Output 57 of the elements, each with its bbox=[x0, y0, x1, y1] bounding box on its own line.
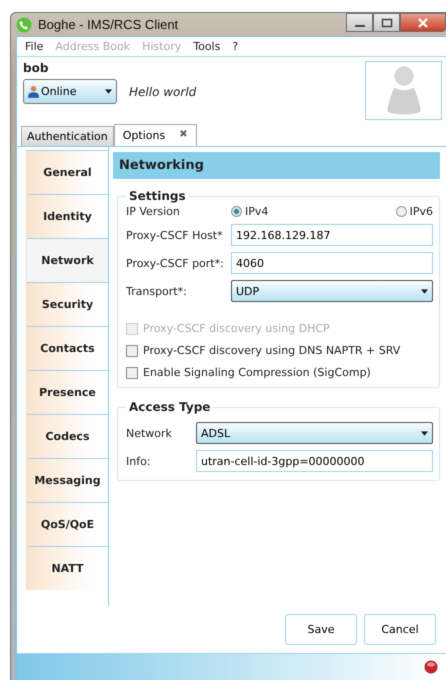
sidebar-item[interactable]: Contacts bbox=[26, 326, 108, 370]
checkbox-label: Proxy-CSCF discovery using DNS NAPTR + SRV bbox=[143, 344, 400, 357]
caret-icon bbox=[105, 89, 112, 94]
sidebar-item[interactable]: Network bbox=[26, 238, 108, 282]
menu-item[interactable]: ? bbox=[232, 40, 238, 53]
dialog-button[interactable]: Save bbox=[285, 614, 357, 645]
sidebar-item[interactable]: NATT bbox=[26, 546, 108, 590]
group-title: Access Type bbox=[128, 400, 212, 414]
dialog-button[interactable]: Cancel bbox=[364, 614, 436, 645]
menu-item[interactable]: File bbox=[25, 40, 44, 53]
menu-item[interactable]: Tools bbox=[193, 40, 220, 53]
sidebar-item[interactable]: General bbox=[26, 150, 108, 194]
section-header: Networking bbox=[113, 152, 440, 179]
checkbox-label: Proxy-CSCF discovery using DHCP bbox=[143, 322, 330, 335]
tab[interactable]: Options ✖ bbox=[114, 124, 197, 146]
user-name: bob bbox=[23, 61, 50, 75]
field-label: Proxy-CSCF port*: bbox=[126, 256, 225, 270]
checkbox[interactable] bbox=[126, 344, 138, 356]
phone-icon bbox=[16, 16, 32, 32]
radio-button[interactable] bbox=[396, 206, 407, 217]
caret-icon bbox=[421, 288, 428, 294]
close-icon bbox=[417, 18, 429, 28]
radio-label: IPv6 bbox=[410, 205, 433, 218]
status-light-icon bbox=[424, 660, 438, 674]
dropdown[interactable]: UDP bbox=[231, 280, 433, 302]
caret-icon bbox=[421, 430, 428, 436]
close-button[interactable] bbox=[400, 13, 446, 32]
checkbox-label: Enable Signaling Compression (SigComp) bbox=[143, 366, 371, 379]
dropdown[interactable]: ADSL bbox=[196, 422, 433, 444]
sidebar-item[interactable]: Messaging bbox=[26, 458, 108, 502]
status-dropdown[interactable]: Online bbox=[23, 79, 117, 104]
sidebar-item[interactable]: QoS/QoE bbox=[26, 502, 108, 546]
radio-label: IPv4 bbox=[245, 205, 268, 218]
input-field[interactable]: 192.168.129.187 bbox=[231, 224, 433, 246]
window-title: Boghe - IMS/RCS Client bbox=[38, 17, 178, 32]
field-label: Transport*: bbox=[126, 284, 188, 298]
field-label: IP Version bbox=[126, 205, 181, 218]
close-icon[interactable]: ✖ bbox=[179, 129, 188, 142]
minimize-button[interactable] bbox=[346, 13, 373, 32]
person-icon bbox=[28, 85, 39, 98]
input-field[interactable]: 4060 bbox=[231, 252, 433, 274]
sidebar-item[interactable]: Codecs bbox=[26, 414, 108, 458]
status-message: Hello world bbox=[129, 84, 196, 98]
sidebar-item[interactable]: Presence bbox=[26, 370, 108, 414]
tab[interactable]: Authentication bbox=[21, 126, 114, 146]
sidebar-item[interactable]: Identity bbox=[26, 194, 108, 238]
checkbox[interactable] bbox=[126, 366, 138, 378]
radio-button[interactable] bbox=[231, 206, 242, 217]
input-field[interactable]: utran-cell-id-3gpp=00000000 bbox=[196, 450, 433, 472]
field-label: Info: bbox=[126, 454, 152, 468]
group-title: Settings bbox=[128, 189, 187, 203]
field-label: Network bbox=[126, 426, 173, 440]
maximize-button[interactable] bbox=[373, 13, 400, 32]
sidebar-item[interactable]: Security bbox=[26, 282, 108, 326]
minimize-icon bbox=[354, 24, 364, 26]
maximize-icon bbox=[380, 18, 392, 28]
field-label: Proxy-CSCF Host* bbox=[126, 228, 224, 242]
